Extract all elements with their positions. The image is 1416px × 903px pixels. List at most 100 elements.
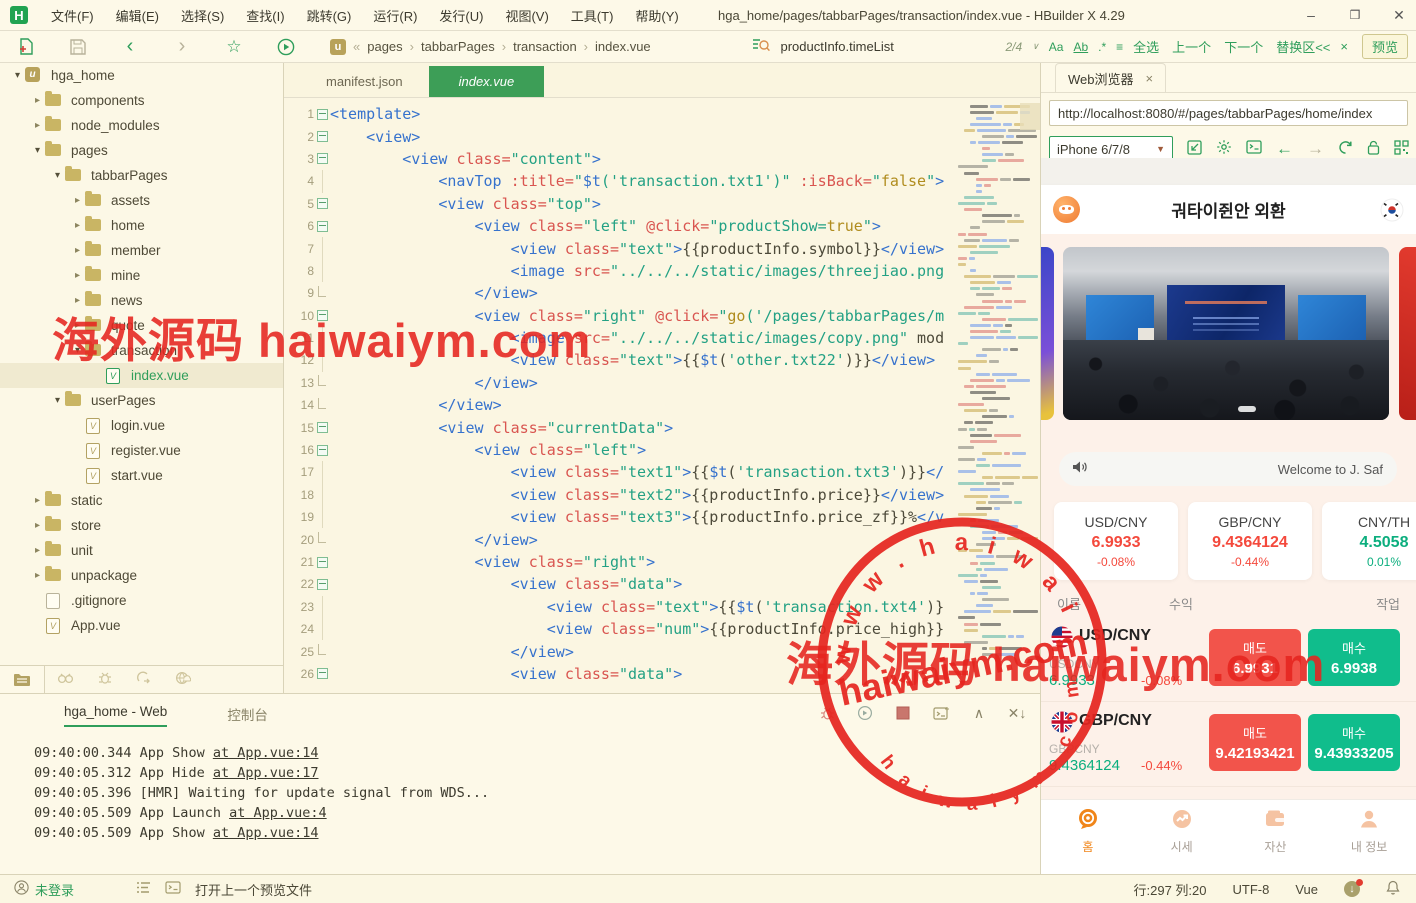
menu-item[interactable]: 发行(U) [439,6,483,25]
chevron-right-icon[interactable]: ▸ [70,295,85,306]
tree-item-transaction[interactable]: ▾ transaction [0,338,283,363]
code-area[interactable]: 1 <template> 2 <view> 3 <view class="conten… [284,98,1040,685]
minimap-viewport[interactable] [1020,103,1040,130]
buy-button[interactable]: 매수 9.43933205 [1308,714,1400,771]
update-download-icon[interactable]: ↓ [1344,879,1363,897]
sell-button[interactable]: 매도 9.42193421 [1209,714,1301,771]
fold-toggle-icon[interactable] [314,215,330,237]
tree-item-tabbarPages[interactable]: ▾ tabbarPages [0,163,283,188]
chevron-down-icon[interactable]: ▾ [30,145,45,156]
cursor-position[interactable]: 行:297 列:20 [1134,880,1207,899]
debug-icon[interactable] [818,704,836,722]
search-action-button[interactable]: 全选 [1133,37,1159,56]
run-icon[interactable] [276,37,296,57]
chevron-down-icon[interactable]: ▾ [50,170,65,181]
tabbar-item-home-active[interactable]: 홈 [1041,800,1135,858]
regex-toggle[interactable]: .* [1098,40,1106,54]
search-input[interactable]: productInfo.timeList [780,39,995,54]
web-panel-icon[interactable] [175,671,192,688]
open-previous-preview[interactable]: 打开上一个预览文件 [195,880,312,899]
fold-toggle-icon[interactable] [314,439,330,461]
tree-item-index-vue[interactable]: Vindex.vue [0,363,283,388]
search-counter-caret-icon[interactable]: ∨ [1032,41,1039,52]
chevron-right-icon[interactable]: ▸ [70,245,85,256]
fold-toggle-icon[interactable] [314,551,330,573]
terminal-status-icon[interactable] [165,881,181,897]
tree-item-App-vue[interactable]: V App.vue [0,613,283,638]
search-action-button[interactable]: 替换区<< [1276,37,1330,56]
fold-toggle-icon[interactable] [314,148,330,170]
menu-item[interactable]: 编辑(E) [116,6,159,25]
menu-item[interactable]: 视图(V) [505,6,548,25]
chevron-right-icon[interactable]: ▸ [30,495,45,506]
menu-item[interactable]: 工具(T) [571,6,614,25]
breadcrumb-item[interactable]: tabbarPages [421,39,495,54]
tree-item-node_modules[interactable]: ▸ node_modules [0,113,283,138]
sell-button[interactable]: 매도 6.9931 [1209,629,1301,686]
tree-item-pages[interactable]: ▾ pages [0,138,283,163]
breadcrumb-item[interactable]: pages [367,39,402,54]
search-close-icon[interactable]: × [1340,39,1348,54]
tabbar-item-item[interactable]: 내 정보 [1322,800,1416,858]
save-icon[interactable] [68,37,88,57]
tree-item-unit[interactable]: ▸ unit [0,538,283,563]
rate-card[interactable]: GBP/CNY 9.4364124 -0.44% [1188,502,1312,580]
forward-icon[interactable]: › [172,35,192,57]
fold-toggle-icon[interactable] [314,305,330,327]
search-panel-icon[interactable] [57,672,74,688]
files-panel-tab[interactable] [0,666,45,693]
editor-tab-manifest-json[interactable]: manifest.json [300,66,429,97]
clear-console-icon[interactable]: ✕↓ [1008,704,1027,722]
fold-toggle-icon[interactable] [314,125,330,147]
lock-icon[interactable] [1367,140,1380,159]
language-mode[interactable]: Vue [1295,882,1318,897]
new-file-icon[interactable] [16,37,36,57]
match-case-toggle[interactable]: Aa [1049,40,1064,54]
minimap[interactable] [952,103,1038,693]
tree-item-userPages[interactable]: ▾ userPages [0,388,283,413]
tree-item-assets[interactable]: ▸ assets [0,188,283,213]
breadcrumb-item[interactable]: index.vue [595,39,651,54]
korea-flag-icon[interactable] [1380,198,1404,222]
browser-tab[interactable]: Web浏览器 × [1055,63,1167,92]
notice-marquee[interactable]: Welcome to J. Saf [1059,452,1397,486]
refresh-panel-icon[interactable] [136,671,151,688]
menu-item[interactable]: 跳转(G) [307,6,352,25]
favorite-star-icon[interactable]: ☆ [224,37,244,57]
open-external-icon[interactable] [1187,139,1202,159]
outline-icon[interactable] [136,881,151,897]
search-action-button[interactable]: 上一个 [1172,37,1211,56]
close-button[interactable]: ✕ [1390,7,1408,24]
tree-item-components[interactable]: ▸ components [0,88,283,113]
maximize-button[interactable]: ❒ [1346,8,1364,22]
fold-toggle-icon[interactable] [314,416,330,438]
console-tab[interactable]: hga_home - Web [64,704,168,727]
chevron-right-icon[interactable]: ▸ [30,520,45,531]
tree-item-login-vue[interactable]: Vlogin.vue [0,413,283,438]
menu-item[interactable]: 查找(I) [246,6,284,25]
console-tab[interactable]: 控制台 [227,704,268,727]
menu-item[interactable]: 帮助(Y) [635,6,678,25]
chevron-right-icon[interactable]: ▸ [70,320,85,331]
browser-tab-close-icon[interactable]: × [1146,71,1154,86]
chevron-right-icon[interactable]: ▸ [70,195,85,206]
carousel-prev-slide[interactable] [1041,247,1054,420]
minimize-button[interactable]: – [1302,7,1320,23]
chevron-right-icon[interactable]: ▸ [30,570,45,581]
url-input[interactable]: http://localhost:8080/#/pages/tabbarPage… [1049,100,1408,126]
encoding[interactable]: UTF-8 [1233,882,1270,897]
tree-item-quote[interactable]: ▸ quote [0,313,283,338]
buy-button[interactable]: 매수 6.9938 [1308,629,1400,686]
restart-icon[interactable] [856,704,874,722]
tree-item-mine[interactable]: ▸ mine [0,263,283,288]
chevron-right-icon[interactable]: ▸ [30,120,45,131]
qr-code-icon[interactable] [1394,139,1409,159]
editor-tab-index-vue[interactable]: index.vue [428,66,545,97]
multiline-toggle[interactable]: ≡ [1116,40,1123,54]
chevron-right-icon[interactable]: ▸ [30,545,45,556]
tabbar-item-item[interactable]: 시세 [1135,800,1229,858]
rate-card[interactable]: USD/CNY 6.9933 -0.08% [1054,502,1178,580]
terminal-icon[interactable] [932,704,950,722]
nav-back-icon[interactable]: ← [1276,139,1293,159]
tabbar-item-item[interactable]: 자산 [1229,800,1323,858]
